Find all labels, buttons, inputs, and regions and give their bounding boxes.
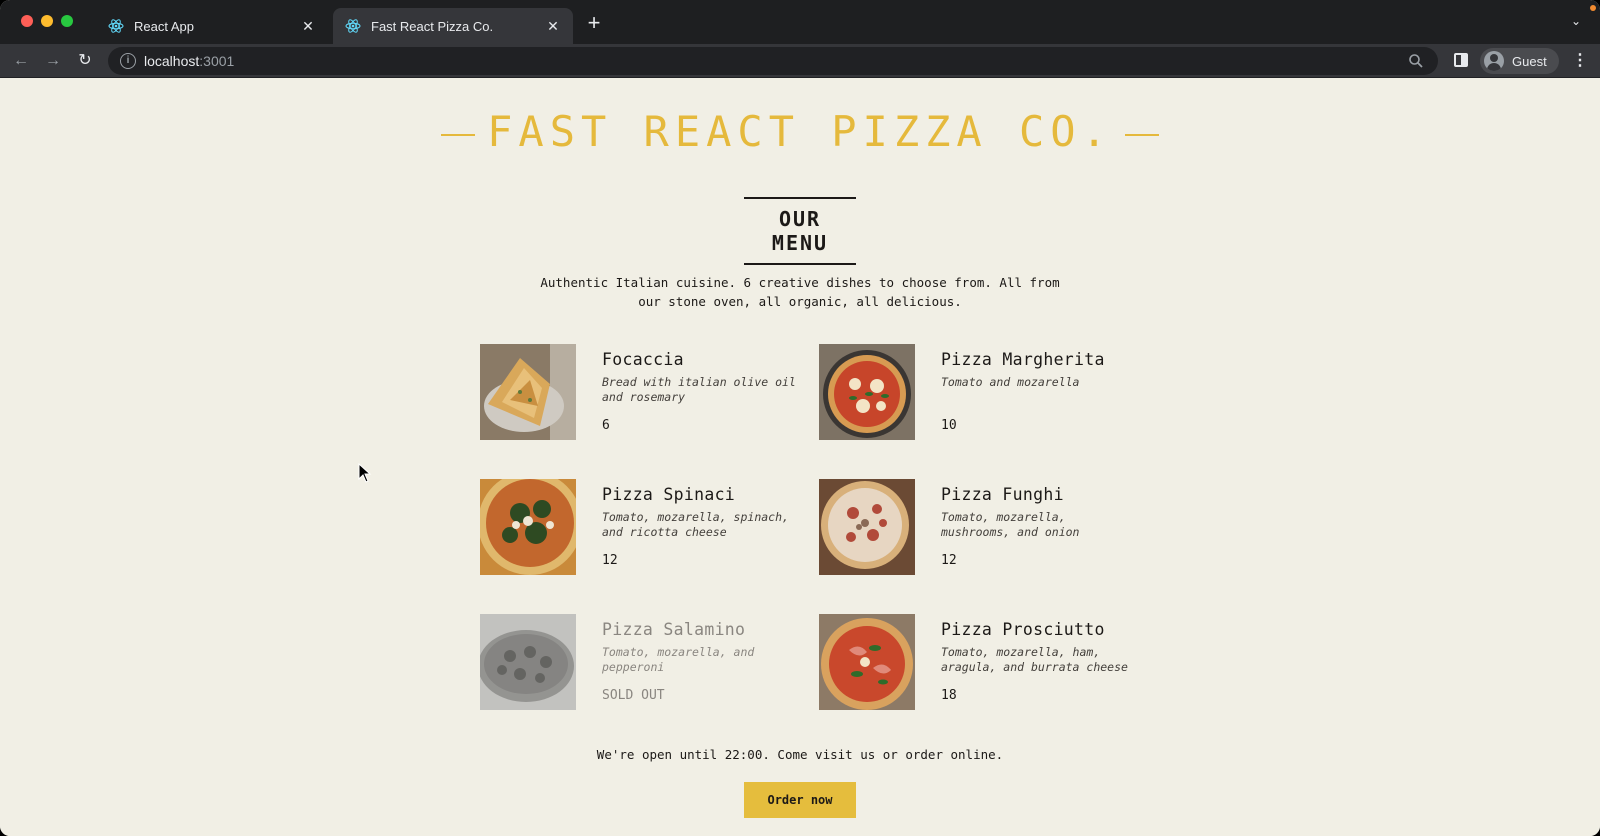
tab-title: Fast React Pizza Co. — [371, 18, 494, 34]
maximize-window-button[interactable] — [61, 15, 73, 27]
pizza-name: Pizza Funghi — [941, 485, 1064, 504]
site-info-icon[interactable]: i — [120, 53, 136, 69]
pizza-name: Pizza Salamino — [602, 620, 746, 639]
react-icon — [345, 18, 361, 34]
salamino-photo — [480, 614, 576, 710]
pizza-price: 6 — [602, 418, 610, 433]
new-tab-button[interactable]: + — [584, 12, 604, 34]
tab-fast-react-pizza[interactable]: Fast React Pizza Co. ✕ — [333, 8, 573, 44]
pizza-name: Pizza Spinaci — [602, 485, 736, 504]
side-panel-icon[interactable] — [1454, 53, 1468, 67]
margherita-photo — [819, 344, 915, 440]
menu-heading: OUR MENU — [744, 197, 856, 265]
pizza-name: Pizza Prosciutto — [941, 620, 1105, 639]
logo-dash-left — [441, 133, 476, 136]
browser-window: React App ✕ Fast React Pizza Co. ✕ + ⌄ ←… — [0, 0, 1600, 836]
tab-bar: React App ✕ Fast React Pizza Co. ✕ + ⌄ — [0, 0, 1600, 44]
react-icon — [108, 18, 124, 34]
reload-icon[interactable]: ↻ — [74, 50, 96, 72]
pizza-ingredients: Bread with italian olive oil and rosemar… — [602, 375, 796, 404]
funghi-photo — [819, 479, 915, 575]
pizza-item-prosciutto: Pizza Prosciutto Tomato, mozarella, ham,… — [819, 614, 1139, 710]
tab-react-app[interactable]: React App ✕ — [96, 8, 328, 44]
pizza-price: 12 — [602, 553, 618, 568]
url-text: localhost:3001 — [144, 53, 235, 69]
pizza-ingredients: Tomato, mozarella, and pepperoni — [602, 645, 755, 674]
pizza-name: Focaccia — [602, 350, 684, 369]
prosciutto-photo — [819, 614, 915, 710]
page-content: FAST REACT PIZZA CO. OUR MENU Authentic … — [0, 79, 1600, 836]
tab-title: React App — [134, 18, 194, 34]
pizza-price: 10 — [941, 418, 957, 433]
spinaci-photo — [480, 479, 576, 575]
pizza-price: 12 — [941, 553, 957, 568]
menu-heading-wrap: OUR MENU — [0, 197, 1600, 265]
mouse-cursor-icon — [358, 463, 372, 483]
close-tab-icon[interactable]: ✕ — [545, 18, 561, 34]
close-window-button[interactable] — [21, 15, 33, 27]
opening-hours-message: We're open until 22:00. Come visit us or… — [596, 747, 1004, 762]
logo-dash-right — [1124, 133, 1159, 136]
profile-button[interactable]: Guest — [1480, 48, 1559, 74]
pizza-name: Pizza Margherita — [941, 350, 1105, 369]
pizza-item-focaccia: Focaccia Bread with italian olive oil an… — [480, 344, 800, 440]
pizza-ingredients: Tomato, mozarella, ham, aragula, and bur… — [941, 645, 1128, 674]
menu-intro: Authentic Italian cuisine. 6 creative di… — [540, 275, 1060, 309]
tab-search-chevron-icon[interactable]: ⌄ — [1568, 14, 1584, 30]
pizza-ingredients: Tomato, mozarella, mushrooms, and onion — [941, 510, 1080, 539]
profile-name: Guest — [1512, 53, 1547, 69]
sold-out-label: SOLD OUT — [602, 688, 665, 703]
pizza-item-funghi: Pizza Funghi Tomato, mozarella, mushroom… — [819, 479, 1139, 575]
notification-dot — [1590, 5, 1596, 11]
more-menu-icon[interactable]: ⋮ — [1572, 52, 1588, 70]
order-now-button[interactable]: Order now — [744, 782, 856, 818]
browser-toolbar: ← → ↻ i localhost:3001 Guest ⋮ — [0, 44, 1600, 78]
pizza-ingredients: Tomato, mozarella, spinach, and ricotta … — [602, 510, 789, 539]
focaccia-photo — [480, 344, 576, 440]
pizza-item-salamino: Pizza Salamino Tomato, mozarella, and pe… — [480, 614, 800, 710]
pizza-item-spinaci: Pizza Spinaci Tomato, mozarella, spinach… — [480, 479, 800, 575]
address-bar[interactable]: i localhost:3001 — [108, 47, 1438, 75]
close-tab-icon[interactable]: ✕ — [300, 18, 316, 34]
minimize-window-button[interactable] — [41, 15, 53, 27]
site-logo: FAST REACT PIZZA CO. — [0, 107, 1600, 156]
pizza-price: 18 — [941, 688, 957, 703]
back-arrow-icon[interactable]: ← — [10, 50, 32, 72]
forward-arrow-icon[interactable]: → — [42, 50, 64, 72]
pizza-item-margherita: Pizza Margherita Tomato and mozarella 10 — [819, 344, 1139, 440]
search-icon[interactable] — [1408, 53, 1424, 69]
pizza-ingredients: Tomato and mozarella — [941, 375, 1080, 389]
avatar — [1484, 51, 1504, 71]
